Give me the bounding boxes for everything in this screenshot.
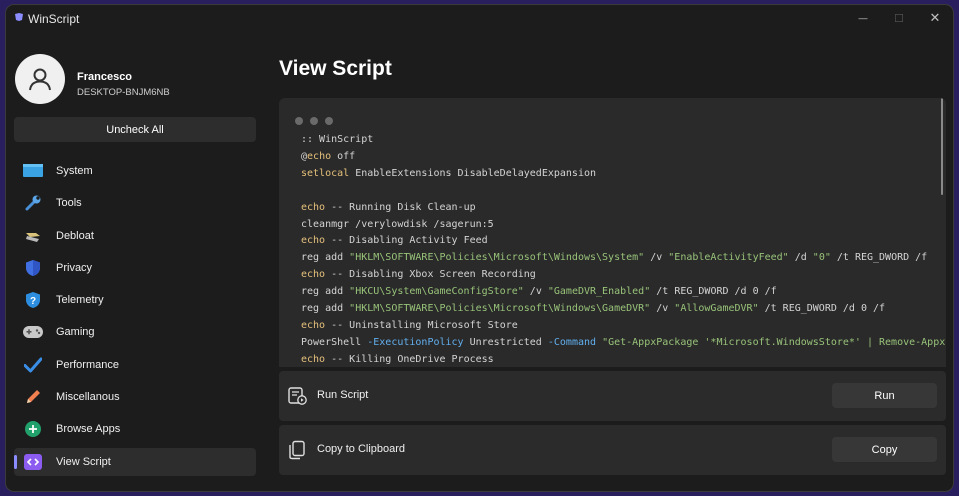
scrollbar[interactable] <box>941 98 943 195</box>
code-icon <box>23 452 43 472</box>
svg-text:?: ? <box>30 296 36 307</box>
window-dots <box>295 112 340 130</box>
window-title: WinScript <box>28 12 80 26</box>
sidebar-item-privacy[interactable]: Privacy <box>14 254 256 282</box>
sidebar-item-label: Gaming <box>56 326 95 339</box>
sidebar-item-view-script[interactable]: View Script <box>14 447 256 476</box>
title-bar: WinScript — ☐ ✕ <box>6 5 953 31</box>
script-code: :: WinScript @echo off setlocal EnableEx… <box>301 134 946 365</box>
sidebar-item-performance[interactable]: Performance <box>14 351 256 379</box>
copy-icon <box>289 440 305 460</box>
shield-icon <box>23 258 43 278</box>
maximize-icon: ☐ <box>894 12 904 25</box>
sidebar-item-system[interactable]: System <box>14 157 256 185</box>
user-icon <box>29 68 51 91</box>
page-title: View Script <box>279 57 392 80</box>
close-icon: ✕ <box>929 10 941 25</box>
plus-circle-icon <box>23 419 43 439</box>
wrench-icon <box>23 193 43 213</box>
copy-clipboard-card: Copy to Clipboard Copy <box>279 425 946 475</box>
sidebar-item-label: View Script <box>56 455 111 468</box>
copy-button[interactable]: Copy <box>832 437 937 463</box>
sidebar-item-telemetry[interactable]: ? Telemetry <box>14 286 256 314</box>
avatar[interactable] <box>15 54 65 104</box>
sidebar-item-label: Tools <box>56 197 82 210</box>
script-viewer[interactable]: :: WinScript @echo off setlocal EnableEx… <box>279 98 946 367</box>
sidebar-item-miscellanous[interactable]: Miscellanous <box>14 383 256 411</box>
sidebar-item-label: Privacy <box>56 261 93 274</box>
sidebar-item-gaming[interactable]: Gaming <box>14 318 256 346</box>
maximize-button[interactable]: ☐ <box>881 5 917 31</box>
gamepad-icon <box>23 322 43 342</box>
nav-list: System Tools Debloat Privacy ? Telemetry… <box>14 157 256 480</box>
sidebar-item-label: Debloat <box>56 229 94 242</box>
run-button[interactable]: Run <box>832 383 937 409</box>
sidebar: Francesco DESKTOP-BNJM6NB Uncheck All Sy… <box>6 31 268 491</box>
pencil-icon <box>23 387 43 407</box>
script-run-icon <box>288 387 307 405</box>
sidebar-item-label: Miscellanous <box>56 391 120 404</box>
app-window: WinScript — ☐ ✕ Francesco DESKTOP-BNJM6N… <box>6 5 953 491</box>
sidebar-item-label: System <box>56 165 93 177</box>
shield-question-icon: ? <box>23 290 43 310</box>
user-name: Francesco <box>77 71 133 83</box>
broom-icon <box>23 226 43 246</box>
checkmark-icon <box>23 355 43 375</box>
sidebar-item-tools[interactable]: Tools <box>14 189 256 217</box>
sidebar-item-browse-apps[interactable]: Browse Apps <box>14 415 256 443</box>
winscript-logo-icon <box>15 13 23 21</box>
close-button[interactable]: ✕ <box>917 5 953 31</box>
main-content: View Script :: WinScript @echo off setlo… <box>279 31 953 491</box>
run-script-card: Run Script Run <box>279 371 946 421</box>
sidebar-item-label: Browse Apps <box>56 423 121 436</box>
sidebar-item-label: Performance <box>56 358 119 371</box>
uncheck-all-button[interactable]: Uncheck All <box>14 117 256 142</box>
minimize-icon: — <box>858 13 868 23</box>
sidebar-item-label: Telemetry <box>56 294 104 307</box>
monitor-icon <box>23 161 43 181</box>
run-script-label: Run Script <box>317 389 369 401</box>
sidebar-item-debloat[interactable]: Debloat <box>14 222 256 250</box>
host-name: DESKTOP-BNJM6NB <box>77 87 170 98</box>
minimize-button[interactable]: — <box>845 5 881 31</box>
copy-clipboard-label: Copy to Clipboard <box>317 443 406 455</box>
